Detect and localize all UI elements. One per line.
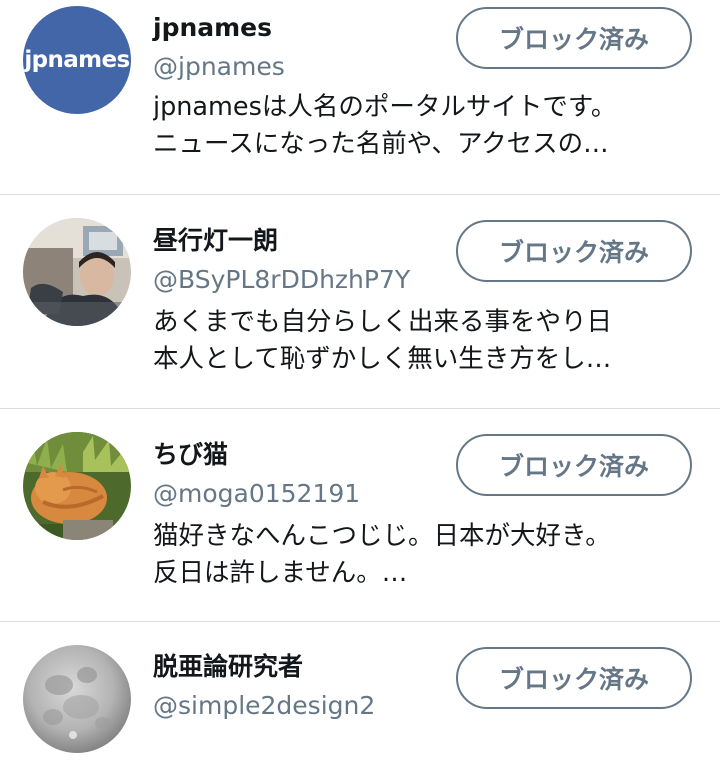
user-handle: @simple2design2 — [153, 691, 376, 720]
user-handle: @BSyPL8rDDhzhP7Y — [153, 265, 411, 294]
user-bio: あくまでも自分らしく出来る事をやり日 本人として恥ずかしく無い生き方をし… — [153, 304, 693, 378]
user-handle: @moga0152191 — [153, 479, 361, 508]
user-row-hiruandon[interactable]: 昼行灯一朗 @BSyPL8rDDhzhP7Y あくまでも自分らしく出来る事をやり… — [0, 195, 720, 408]
bio-line: あくまでも自分らしく出来る事をやり日 — [153, 307, 613, 337]
avatar-photo — [23, 218, 131, 326]
user-row-jpnames[interactable]: jpnames jpnames @jpnames jpnamesは人名のポータル… — [0, 0, 720, 194]
blocked-button[interactable]: ブロック済み — [456, 647, 692, 709]
blocked-button[interactable]: ブロック済み — [456, 7, 692, 69]
bio-line: ニュースになった名前や、アクセスの… — [153, 129, 609, 159]
user-name[interactable]: 昼行灯一朗 — [153, 226, 278, 256]
avatar-logo-text: jpnames — [24, 47, 130, 73]
avatar[interactable] — [23, 645, 131, 753]
avatar-photo — [23, 432, 131, 540]
user-handle: @jpnames — [153, 52, 285, 81]
user-bio: jpnamesは人名のポータルサイトです。 ニュースになった名前や、アクセスの… — [153, 89, 693, 163]
user-bio: 猫好きなへんこつじじ。日本が大好き。 反日は許しません。… — [153, 518, 693, 592]
bio-line: 猫好きなへんこつじじ。日本が大好き。 — [153, 521, 611, 551]
bio-line: jpnamesは人名のポータルサイトです。 — [153, 92, 617, 122]
user-row-chibineko[interactable]: ちび猫 @moga0152191 猫好きなへんこつじじ。日本が大好き。 反日は許… — [0, 409, 720, 621]
blocked-button[interactable]: ブロック済み — [456, 220, 692, 282]
blocked-button[interactable]: ブロック済み — [456, 434, 692, 496]
user-name[interactable]: 脱亜論研究者 — [153, 652, 303, 682]
avatar[interactable] — [23, 218, 131, 326]
user-name[interactable]: jpnames — [153, 13, 272, 43]
user-name[interactable]: ちび猫 — [153, 440, 228, 470]
avatar[interactable]: jpnames — [23, 6, 131, 114]
avatar[interactable] — [23, 432, 131, 540]
user-row-datsuaron[interactable]: 脱亜論研究者 @simple2design2 ブロック済み — [0, 622, 720, 769]
blocked-users-list: jpnames jpnames @jpnames jpnamesは人名のポータル… — [0, 0, 720, 769]
avatar-photo — [23, 645, 131, 753]
bio-line: 本人として恥ずかしく無い生き方をし… — [153, 344, 612, 374]
bio-line: 反日は許しません。… — [153, 558, 408, 588]
